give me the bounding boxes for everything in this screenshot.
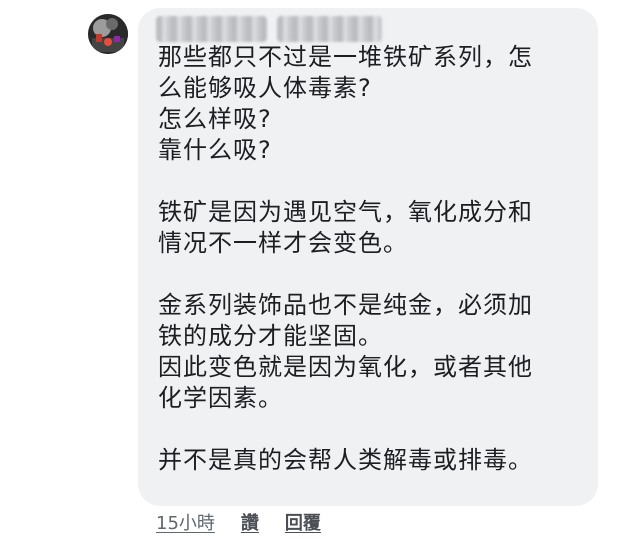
timestamp-link[interactable]: 15小時 xyxy=(156,512,215,536)
avatar-image xyxy=(88,14,128,54)
author-name-redacted[interactable] xyxy=(156,16,382,42)
like-button[interactable]: 讚 xyxy=(241,512,259,536)
comment-text: 那些都只不过是一堆铁矿系列，怎 么能够吸人体毒素? 怎么样吸? 靠什么吸? 铁矿… xyxy=(158,43,533,474)
comment-bubble: 那些都只不过是一堆铁矿系列，怎 么能够吸人体毒素? 怎么样吸? 靠什么吸? 铁矿… xyxy=(138,8,598,506)
comment-actions: 15小時 讚 回覆 xyxy=(156,512,321,536)
reply-button[interactable]: 回覆 xyxy=(285,512,321,536)
redacted-name-part xyxy=(276,16,382,42)
comment-row: 那些都只不过是一堆铁矿系列，怎 么能够吸人体毒素? 怎么样吸? 靠什么吸? 铁矿… xyxy=(0,0,640,542)
avatar[interactable] xyxy=(88,14,128,54)
redacted-name-part xyxy=(156,16,267,42)
